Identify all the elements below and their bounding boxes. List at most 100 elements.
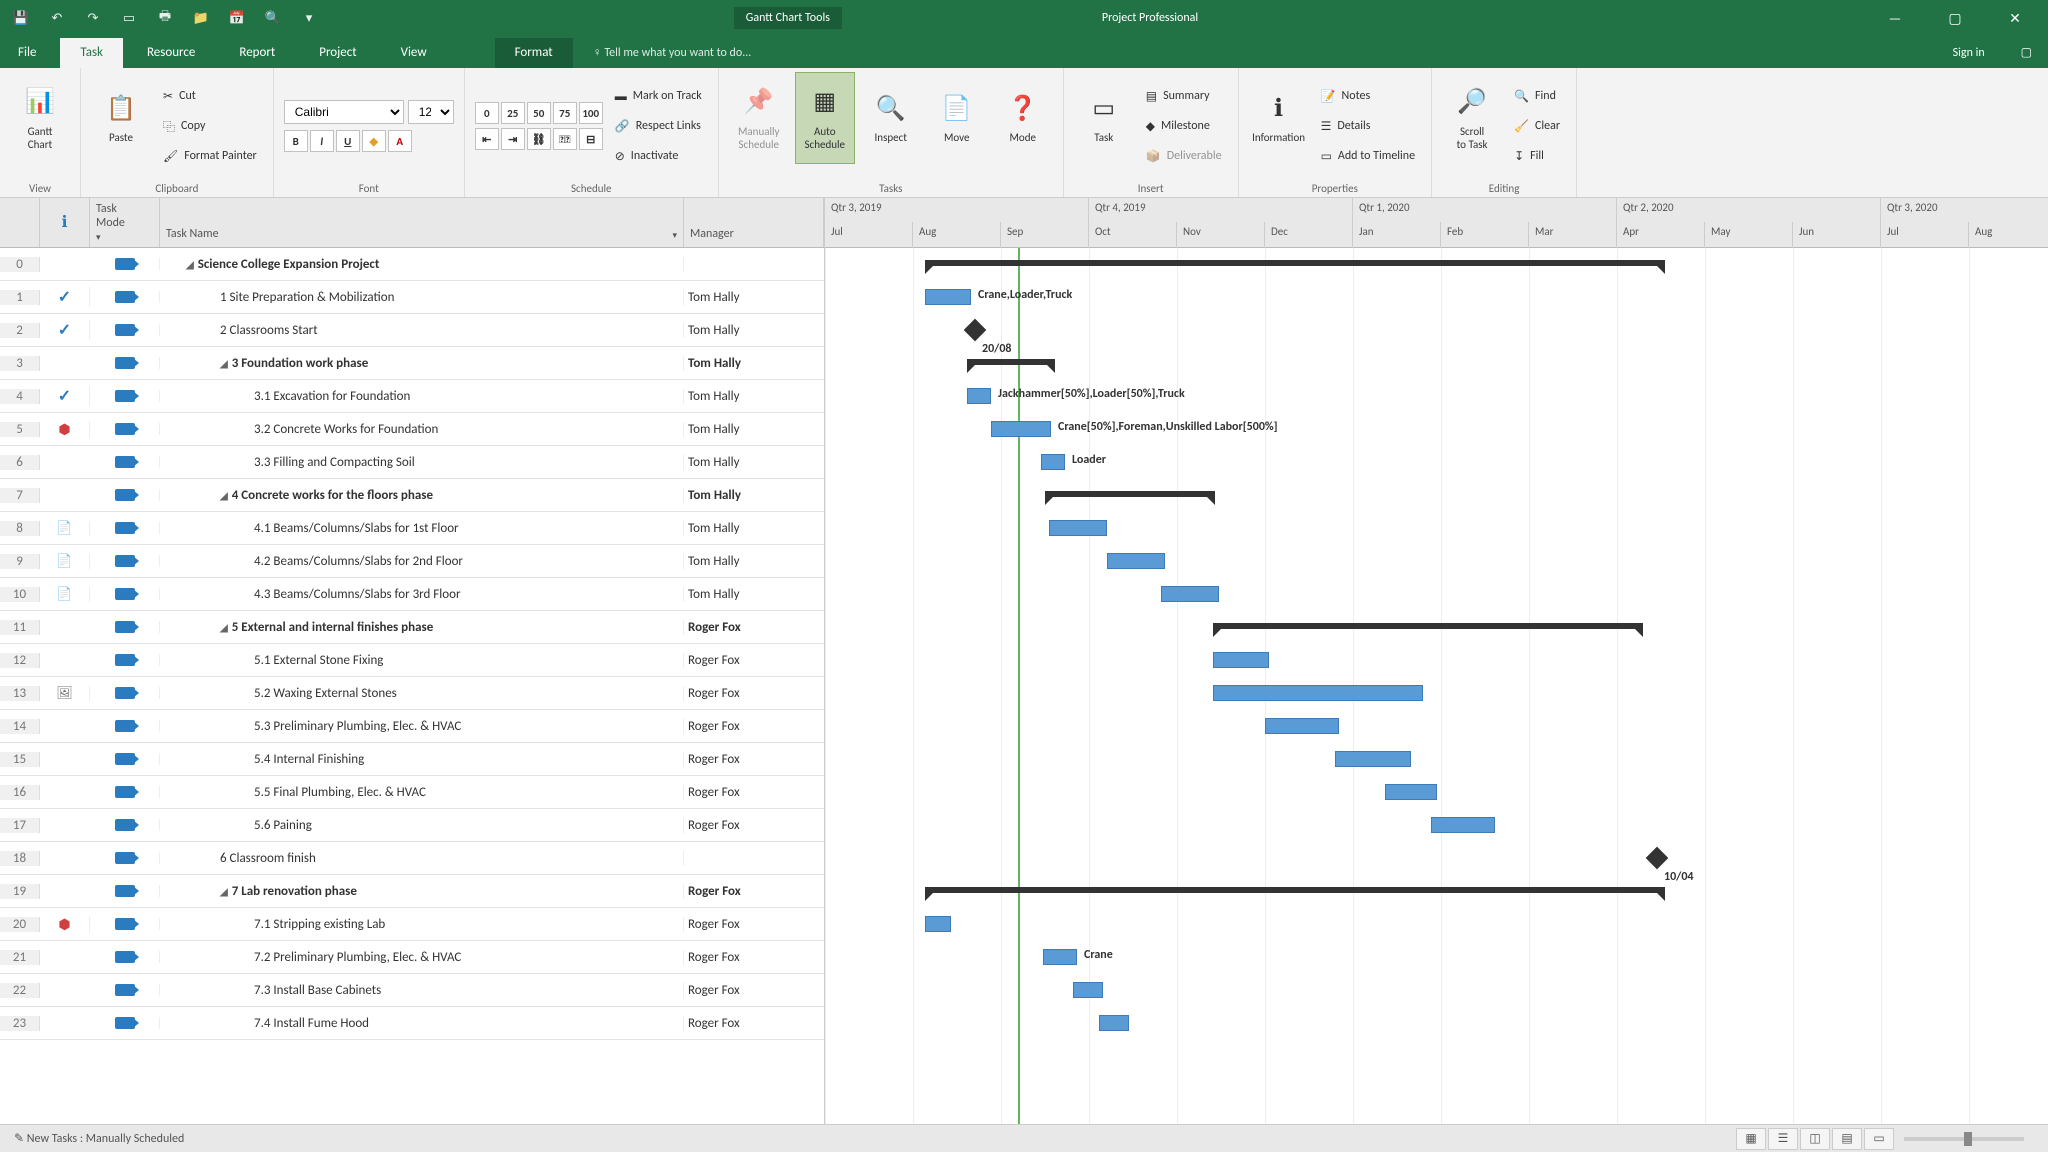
manager-cell[interactable]: Roger Fox xyxy=(684,1016,824,1031)
outdent-button[interactable]: ⇤ xyxy=(475,128,499,150)
collapse-icon[interactable]: ◢ xyxy=(186,258,194,271)
task-mode-cell[interactable] xyxy=(90,786,160,798)
task-name-cell[interactable]: ◢7 Lab renovation phase xyxy=(160,884,684,899)
row-number[interactable]: 3 xyxy=(0,356,40,371)
task-mode-cell[interactable] xyxy=(90,258,160,270)
task-bar[interactable] xyxy=(1385,784,1437,800)
task-mode-cell[interactable] xyxy=(90,852,160,864)
manager-cell[interactable]: Tom Hally xyxy=(684,323,824,338)
task-bar[interactable] xyxy=(1265,718,1339,734)
task-bar[interactable] xyxy=(1213,652,1269,668)
table-row[interactable]: 6 3.3 Filling and Compacting SoilTom Hall… xyxy=(0,446,824,479)
table-row[interactable]: 8📄4.1 Beams/Columns/Slabs for 1st FloorT… xyxy=(0,512,824,545)
milestone-marker[interactable]: 10/04 xyxy=(1646,847,1669,870)
task-bar[interactable]: Crane,Loader,Truck xyxy=(925,289,971,305)
row-number[interactable]: 14 xyxy=(0,719,40,734)
gantt-row[interactable] xyxy=(825,710,2048,743)
pct-25-button[interactable]: 25 xyxy=(501,102,525,124)
tab-project[interactable]: Project xyxy=(299,38,376,68)
view-resource-icon[interactable]: ▤ xyxy=(1832,1128,1862,1150)
summary-bar[interactable] xyxy=(925,260,1665,266)
manager-cell[interactable]: Tom Hally xyxy=(684,554,824,569)
unlink-button[interactable]: ⛓̸ xyxy=(553,128,577,150)
qat-redo-icon[interactable]: ↷ xyxy=(82,7,104,29)
task-mode-cell[interactable] xyxy=(90,456,160,468)
row-number[interactable]: 21 xyxy=(0,950,40,965)
new-tasks-status[interactable]: ✎ New Tasks : Manually Scheduled xyxy=(14,1131,184,1146)
pct-50-button[interactable]: 50 xyxy=(527,102,551,124)
gantt-row[interactable] xyxy=(825,578,2048,611)
task-mode-cell[interactable] xyxy=(90,885,160,897)
task-name-cell[interactable]: 5.5 Final Plumbing, Elec. & HVAC xyxy=(160,785,684,800)
tell-me-search[interactable]: ♀ Tell me what you want to do... xyxy=(577,37,1933,68)
task-bar[interactable] xyxy=(1107,553,1165,569)
task-name-cell[interactable]: 5.2 Waxing External Stones xyxy=(160,686,684,701)
close-button[interactable]: ✕ xyxy=(1992,10,2038,27)
table-row[interactable]: 217.2 Preliminary Plumbing, Elec. & HVAC… xyxy=(0,941,824,974)
deliverable-button[interactable]: 📦Deliverable xyxy=(1140,143,1228,169)
information-button[interactable]: ℹInformation xyxy=(1249,72,1309,164)
task-mode-cell[interactable] xyxy=(90,357,160,369)
task-name-cell[interactable]: 3.1 Excavation for Foundation xyxy=(160,389,684,404)
task-bar[interactable]: Crane[50%],Foreman,Unskilled Labor[500%] xyxy=(991,421,1051,437)
qat-undo-icon[interactable]: ↶ xyxy=(46,7,68,29)
view-usage-icon[interactable]: ☰ xyxy=(1768,1128,1798,1150)
cut-button[interactable]: ✂Cut xyxy=(157,83,263,109)
gantt-row[interactable] xyxy=(825,974,2048,1007)
gantt-body[interactable]: Crane,Loader,Truck20/08Jackhammer[50%],L… xyxy=(825,248,2048,1124)
manager-cell[interactable]: Tom Hally xyxy=(684,587,824,602)
gantt-row[interactable] xyxy=(825,347,2048,380)
table-row[interactable]: 19◢7 Lab renovation phaseRoger Fox xyxy=(0,875,824,908)
gantt-row[interactable]: Crane xyxy=(825,941,2048,974)
row-number[interactable]: 12 xyxy=(0,653,40,668)
task-name-cell[interactable]: 4.3 Beams/Columns/Slabs for 3rd Floor xyxy=(160,587,684,602)
row-number[interactable]: 0 xyxy=(0,257,40,272)
qat-customize-icon[interactable]: ▾ xyxy=(298,7,320,29)
gantt-row[interactable] xyxy=(825,908,2048,941)
task-name-cell[interactable]: 5.6 Paining xyxy=(160,818,684,833)
table-row[interactable]: 155.4 Internal FinishingRoger Fox xyxy=(0,743,824,776)
task-bar[interactable] xyxy=(925,916,951,932)
manager-cell[interactable]: Roger Fox xyxy=(684,686,824,701)
font-name-select[interactable]: Calibri xyxy=(284,100,404,124)
task-name-cell[interactable]: 3.3 Filling and Compacting Soil xyxy=(160,455,684,470)
ribbon-share-icon[interactable]: ▢ xyxy=(2005,37,2048,68)
minimize-button[interactable]: — xyxy=(1872,10,1918,27)
manager-cell[interactable]: Tom Hally xyxy=(684,488,824,503)
pct-75-button[interactable]: 75 xyxy=(553,102,577,124)
gantt-row[interactable] xyxy=(825,611,2048,644)
tab-report[interactable]: Report xyxy=(219,38,295,68)
task-name-cell[interactable]: ◢5 External and internal finishes phase xyxy=(160,620,684,635)
notes-button[interactable]: 📝Notes xyxy=(1315,83,1422,109)
task-name-cell[interactable]: 4.1 Beams/Columns/Slabs for 1st Floor xyxy=(160,521,684,536)
task-mode-cell[interactable] xyxy=(90,522,160,534)
row-number[interactable]: 13 xyxy=(0,686,40,701)
task-bar[interactable]: Loader xyxy=(1041,454,1065,470)
task-bar[interactable] xyxy=(1161,586,1219,602)
row-number[interactable]: 9 xyxy=(0,554,40,569)
summary-bar[interactable] xyxy=(1213,623,1643,629)
manager-cell[interactable]: Roger Fox xyxy=(684,653,824,668)
table-row[interactable]: 5⬢3.2 Concrete Works for FoundationTom H… xyxy=(0,413,824,446)
row-number[interactable]: 6 xyxy=(0,455,40,470)
gantt-row[interactable]: Crane[50%],Foreman,Unskilled Labor[500%] xyxy=(825,413,2048,446)
table-row[interactable]: 13🖼5.2 Waxing External StonesRoger Fox xyxy=(0,677,824,710)
row-number[interactable]: 10 xyxy=(0,587,40,602)
task-name-cell[interactable]: 3.2 Concrete Works for Foundation xyxy=(160,422,684,437)
manager-cell[interactable]: Tom Hally xyxy=(684,356,824,371)
col-rownum[interactable] xyxy=(0,198,40,247)
milestone-marker[interactable]: 20/08 xyxy=(964,319,987,342)
row-number[interactable]: 4 xyxy=(0,389,40,404)
gantt-row[interactable] xyxy=(825,248,2048,281)
row-number[interactable]: 23 xyxy=(0,1016,40,1031)
qat-save-icon[interactable]: 💾 xyxy=(10,7,32,29)
manager-cell[interactable]: Roger Fox xyxy=(684,818,824,833)
task-mode-cell[interactable] xyxy=(90,720,160,732)
task-bar[interactable]: Crane xyxy=(1043,949,1077,965)
table-row[interactable]: 0◢Science College Expansion Project xyxy=(0,248,824,281)
inspect-button[interactable]: 🔍Inspect xyxy=(861,72,921,164)
manager-cell[interactable]: Roger Fox xyxy=(684,620,824,635)
gantt-row[interactable] xyxy=(825,1007,2048,1040)
manager-cell[interactable]: Tom Hally xyxy=(684,455,824,470)
table-row[interactable]: 237.4 Install Fume HoodRoger Fox xyxy=(0,1007,824,1040)
